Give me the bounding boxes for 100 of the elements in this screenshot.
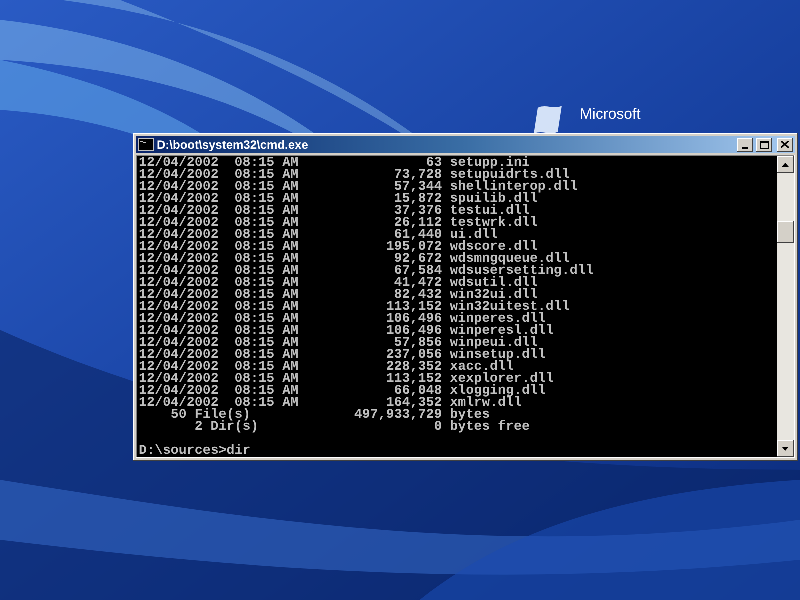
file-size: 57,856 xyxy=(394,337,442,349)
file-time: 08:15 AM xyxy=(234,289,299,301)
maximize-button[interactable] xyxy=(756,138,772,152)
file-time: 08:15 AM xyxy=(234,265,299,277)
file-date: 12/04/2002 xyxy=(139,241,219,253)
file-time: 08:15 AM xyxy=(234,169,299,181)
file-time: 08:15 AM xyxy=(234,373,299,385)
file-size: 113,152 xyxy=(386,373,442,385)
file-time: 08:15 AM xyxy=(234,397,299,409)
file-date: 12/04/2002 xyxy=(139,169,219,181)
file-size: 66,048 xyxy=(394,385,442,397)
file-size: 195,072 xyxy=(386,241,442,253)
file-size: 61,440 xyxy=(394,229,442,241)
minimize-button[interactable] xyxy=(737,138,753,152)
summary-count: 2 Dir(s) xyxy=(194,421,259,433)
close-icon xyxy=(781,141,789,148)
logo-text: Microsoft xyxy=(580,107,641,122)
file-date: 12/04/2002 xyxy=(139,229,219,241)
file-size: 237,056 xyxy=(386,349,442,361)
scroll-down-icon xyxy=(782,446,789,450)
console-icon xyxy=(138,138,154,151)
file-name: wdscore.dll xyxy=(450,241,538,253)
file-date: 12/04/2002 xyxy=(139,385,219,397)
file-size: 37,376 xyxy=(394,205,442,217)
file-date: 12/04/2002 xyxy=(139,181,219,193)
file-name: win32uitest.dll xyxy=(450,301,570,313)
summary-unit: bytes xyxy=(450,409,490,421)
file-size: 63 xyxy=(426,157,442,169)
file-date: 12/04/2002 xyxy=(139,337,219,349)
file-name: wdsusersetting.dll xyxy=(450,265,594,277)
file-date: 12/04/2002 xyxy=(139,277,219,289)
file-size: 106,496 xyxy=(386,325,442,337)
file-size: 228,352 xyxy=(386,361,442,373)
file-size: 92,672 xyxy=(394,253,442,265)
file-name: shellinterop.dll xyxy=(450,181,578,193)
file-name: wdsmngqueue.dll xyxy=(450,253,570,265)
file-size: 113,152 xyxy=(386,301,442,313)
minimize-icon xyxy=(742,146,748,148)
file-size: 67,584 xyxy=(394,265,442,277)
file-date: 12/04/2002 xyxy=(139,265,219,277)
file-name: winsetup.dll xyxy=(450,349,546,361)
file-time: 08:15 AM xyxy=(234,217,299,229)
file-date: 12/04/2002 xyxy=(139,205,219,217)
file-date: 12/04/2002 xyxy=(139,397,219,409)
file-name: xexplorer.dll xyxy=(450,373,554,385)
file-name: xacc.dll xyxy=(450,361,514,373)
file-size: 164,352 xyxy=(386,397,442,409)
file-time: 08:15 AM xyxy=(234,337,299,349)
scrollbar[interactable] xyxy=(777,156,794,457)
file-time: 08:15 AM xyxy=(234,325,299,337)
file-date: 12/04/2002 xyxy=(139,193,219,205)
summary-count: 50 File(s) xyxy=(170,409,251,421)
file-size: 15,872 xyxy=(394,193,442,205)
file-time: 08:15 AM xyxy=(234,385,299,397)
file-date: 12/04/2002 xyxy=(139,349,219,361)
file-time: 08:15 AM xyxy=(234,349,299,361)
summary-amount: 0 xyxy=(434,421,442,433)
file-name: winperesl.dll xyxy=(450,325,554,337)
file-size: 41,472 xyxy=(394,277,442,289)
file-date: 12/04/2002 xyxy=(139,301,219,313)
window-title: D:\boot\system32\cmd.exe xyxy=(157,138,310,150)
file-time: 08:15 AM xyxy=(234,301,299,313)
file-time: 08:15 AM xyxy=(234,229,299,241)
file-name: setupp.ini xyxy=(450,157,530,169)
file-name: testui.dll xyxy=(450,205,530,217)
scroll-thumb[interactable] xyxy=(777,221,794,243)
file-name: winpeui.dll xyxy=(450,337,538,349)
file-time: 08:15 AM xyxy=(234,361,299,373)
summary-unit: bytes free xyxy=(450,421,530,433)
file-name: xmlrw.dll xyxy=(450,397,522,409)
file-time: 08:15 AM xyxy=(234,313,299,325)
file-size: 106,496 xyxy=(386,313,442,325)
file-name: setupuidrts.dll xyxy=(450,169,570,181)
file-time: 08:15 AM xyxy=(234,181,299,193)
file-time: 08:15 AM xyxy=(234,157,299,169)
summary-amount: 497,933,729 xyxy=(354,409,442,421)
file-size: 57,344 xyxy=(394,181,442,193)
file-name: ui.dll xyxy=(450,229,498,241)
file-name: wdsutil.dll xyxy=(450,277,538,289)
file-size: 73,728 xyxy=(394,169,442,181)
file-time: 08:15 AM xyxy=(234,205,299,217)
file-time: 08:15 AM xyxy=(234,193,299,205)
file-time: 08:15 AM xyxy=(234,277,299,289)
file-name: spuilib.dll xyxy=(450,193,538,205)
maximize-icon xyxy=(760,140,768,148)
file-time: 08:15 AM xyxy=(234,253,299,265)
file-date: 12/04/2002 xyxy=(139,313,219,325)
scroll-up-icon xyxy=(782,162,789,166)
file-name: testwrk.dll xyxy=(450,217,538,229)
file-name: win32ui.dll xyxy=(450,289,538,301)
command-prompt: D:\sources>dir xyxy=(139,443,251,458)
file-name: winperes.dll xyxy=(450,313,546,325)
file-date: 12/04/2002 xyxy=(139,325,219,337)
file-date: 12/04/2002 xyxy=(139,157,219,169)
close-button[interactable] xyxy=(777,138,793,152)
file-date: 12/04/2002 xyxy=(139,253,219,265)
file-date: 12/04/2002 xyxy=(139,289,219,301)
file-date: 12/04/2002 xyxy=(139,373,219,385)
file-name: xlogging.dll xyxy=(450,385,546,397)
file-date: 12/04/2002 xyxy=(139,361,219,373)
